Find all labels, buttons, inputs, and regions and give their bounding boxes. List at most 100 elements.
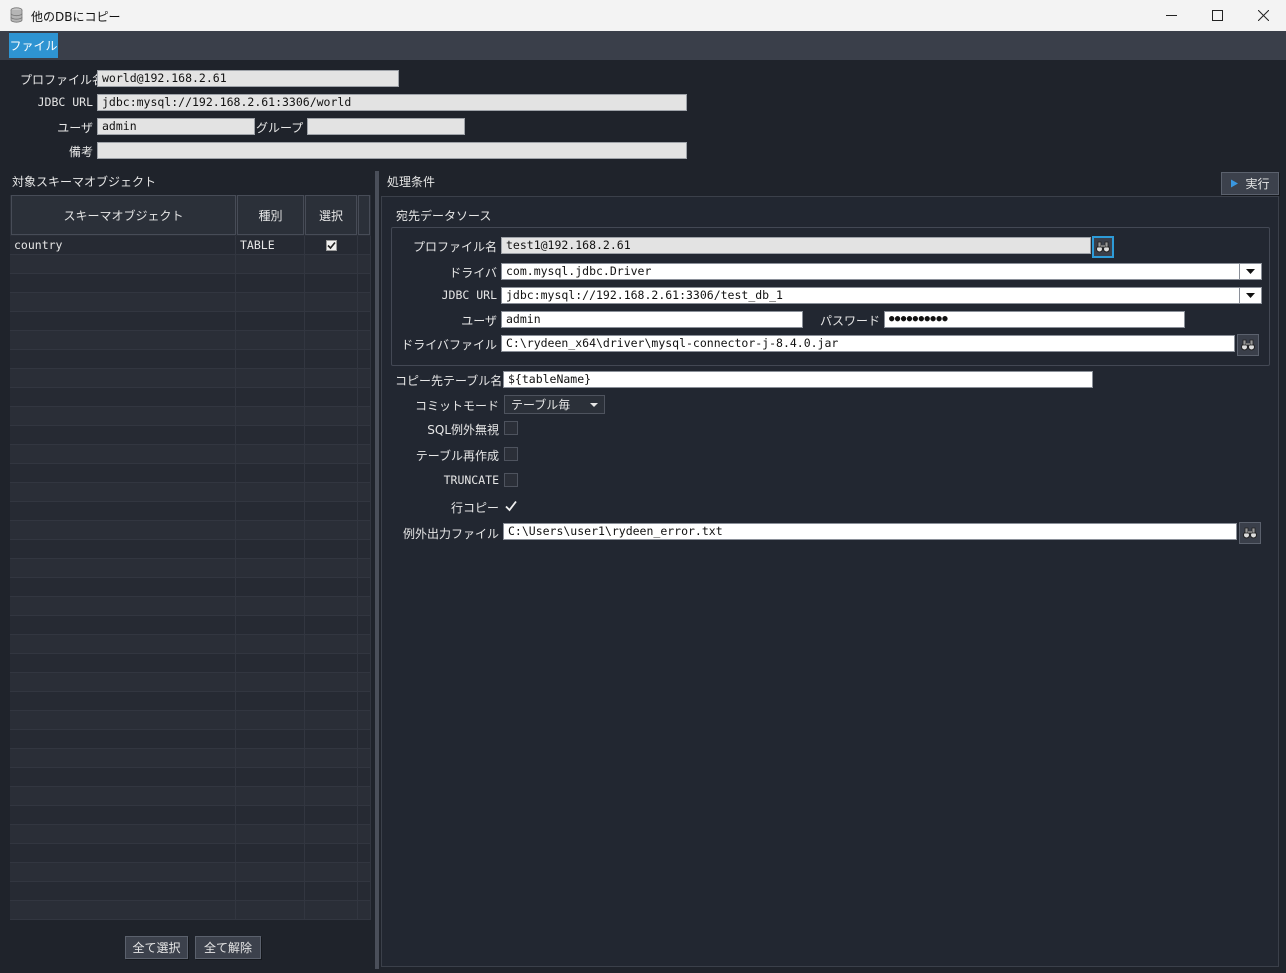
user-label: ユーザ — [57, 121, 93, 135]
empty-cell — [358, 863, 371, 882]
row-copy-checkbox[interactable] — [504, 499, 518, 513]
chevron-down-icon — [1246, 293, 1255, 298]
empty-cell — [10, 882, 236, 901]
error-file-browse-button[interactable] — [1239, 522, 1261, 544]
empty-cell — [236, 559, 305, 578]
empty-cell — [10, 426, 236, 445]
empty-cell — [358, 673, 371, 692]
empty-table-row — [10, 274, 371, 293]
driver-file-field[interactable]: C:\rydeen_x64\driver\mysql-connector-j-8… — [501, 335, 1235, 352]
empty-cell — [358, 331, 371, 350]
empty-cell — [358, 825, 371, 844]
empty-cell — [236, 806, 305, 825]
profile-browse-button[interactable] — [1092, 236, 1114, 258]
commit-mode-select[interactable]: テーブル毎 — [504, 395, 605, 414]
minimize-button[interactable] — [1148, 0, 1194, 31]
empty-cell — [358, 578, 371, 597]
profile-name-field[interactable]: world@192.168.2.61 — [97, 70, 399, 87]
dest-jdbc-combo[interactable]: jdbc:mysql://192.168.2.61:3306/test_db_1 — [501, 287, 1240, 304]
empty-table-row — [10, 445, 371, 464]
column-header-select[interactable]: 選択 — [305, 195, 357, 235]
empty-cell — [10, 730, 236, 749]
empty-cell — [10, 825, 236, 844]
empty-table-row — [10, 464, 371, 483]
deselect-all-button[interactable]: 全て解除 — [195, 936, 261, 959]
empty-cell — [10, 350, 236, 369]
row-select-checkbox[interactable] — [325, 240, 337, 251]
empty-cell — [358, 711, 371, 730]
empty-table-row — [10, 635, 371, 654]
driver-combo[interactable]: com.mysql.jdbc.Driver — [501, 263, 1240, 280]
menu-file[interactable]: ファイル — [9, 33, 58, 58]
empty-cell — [236, 521, 305, 540]
empty-table-row — [10, 388, 371, 407]
maximize-icon — [1211, 10, 1223, 21]
empty-cell — [10, 635, 236, 654]
jdbc-dropdown-button[interactable] — [1240, 287, 1262, 304]
empty-cell — [358, 749, 371, 768]
empty-cell — [10, 749, 236, 768]
error-file-field[interactable]: C:\Users\user1\rydeen_error.txt — [503, 523, 1237, 540]
empty-cell — [305, 787, 358, 806]
note-field[interactable] — [97, 142, 687, 159]
empty-table-row — [10, 768, 371, 787]
truncate-checkbox[interactable] — [504, 473, 518, 487]
empty-table-row — [10, 255, 371, 274]
object-name-cell: country — [10, 236, 236, 255]
empty-cell — [236, 825, 305, 844]
empty-cell — [305, 882, 358, 901]
empty-cell — [358, 445, 371, 464]
empty-cell — [236, 502, 305, 521]
empty-cell — [10, 654, 236, 673]
checkmark-icon — [505, 500, 517, 512]
empty-cell — [305, 407, 358, 426]
checkmark-icon — [326, 241, 336, 250]
row-copy-label: 行コピー — [450, 501, 499, 515]
password-field[interactable]: ●●●●●●●●●● — [884, 311, 1185, 328]
chevron-down-icon — [590, 402, 598, 407]
empty-cell — [305, 521, 358, 540]
select-all-button[interactable]: 全て選択 — [125, 936, 188, 959]
maximize-button[interactable] — [1194, 0, 1240, 31]
jdbc-url-field[interactable]: jdbc:mysql://192.168.2.61:3306/world — [97, 94, 687, 111]
profile-name-label: プロファイル名 — [20, 73, 105, 87]
ignore-sql-checkbox[interactable] — [504, 421, 518, 435]
empty-cell — [305, 293, 358, 312]
user-field[interactable]: admin — [97, 118, 255, 135]
title-bar: 他のDBにコピー — [0, 0, 1286, 31]
empty-cell — [236, 597, 305, 616]
empty-cell — [236, 730, 305, 749]
play-icon — [1231, 179, 1239, 188]
copy-table-field[interactable]: ${tableName} — [503, 371, 1093, 388]
empty-cell — [358, 882, 371, 901]
recreate-table-checkbox[interactable] — [504, 447, 518, 461]
empty-cell — [10, 445, 236, 464]
empty-cell — [358, 540, 371, 559]
empty-cell — [358, 274, 371, 293]
empty-cell — [236, 407, 305, 426]
run-button[interactable]: 実行 — [1221, 172, 1279, 195]
empty-cell — [358, 787, 371, 806]
empty-table-row — [10, 369, 371, 388]
close-button[interactable] — [1240, 0, 1286, 31]
column-header-object[interactable]: スキーマオブジェクト — [11, 195, 236, 235]
empty-cell — [236, 293, 305, 312]
dest-profile-field[interactable]: test1@192.168.2.61 — [501, 237, 1091, 254]
driver-dropdown-button[interactable] — [1240, 263, 1262, 280]
empty-cell — [236, 274, 305, 293]
empty-table-row — [10, 825, 371, 844]
table-row[interactable]: country TABLE — [10, 236, 371, 255]
column-header-type[interactable]: 種別 — [237, 195, 304, 235]
empty-cell — [305, 597, 358, 616]
empty-cell — [10, 597, 236, 616]
group-field[interactable] — [307, 118, 465, 135]
panel-splitter[interactable] — [375, 171, 379, 969]
dest-user-field[interactable]: admin — [501, 311, 803, 328]
recreate-table-label: テーブル再作成 — [415, 449, 499, 463]
driver-file-browse-button[interactable] — [1237, 334, 1259, 356]
empty-cell — [358, 768, 371, 787]
driver-label: ドライバ — [449, 266, 497, 280]
table-header: スキーマオブジェクト 種別 選択 — [10, 195, 371, 236]
empty-cell — [358, 521, 371, 540]
empty-cell — [10, 312, 236, 331]
